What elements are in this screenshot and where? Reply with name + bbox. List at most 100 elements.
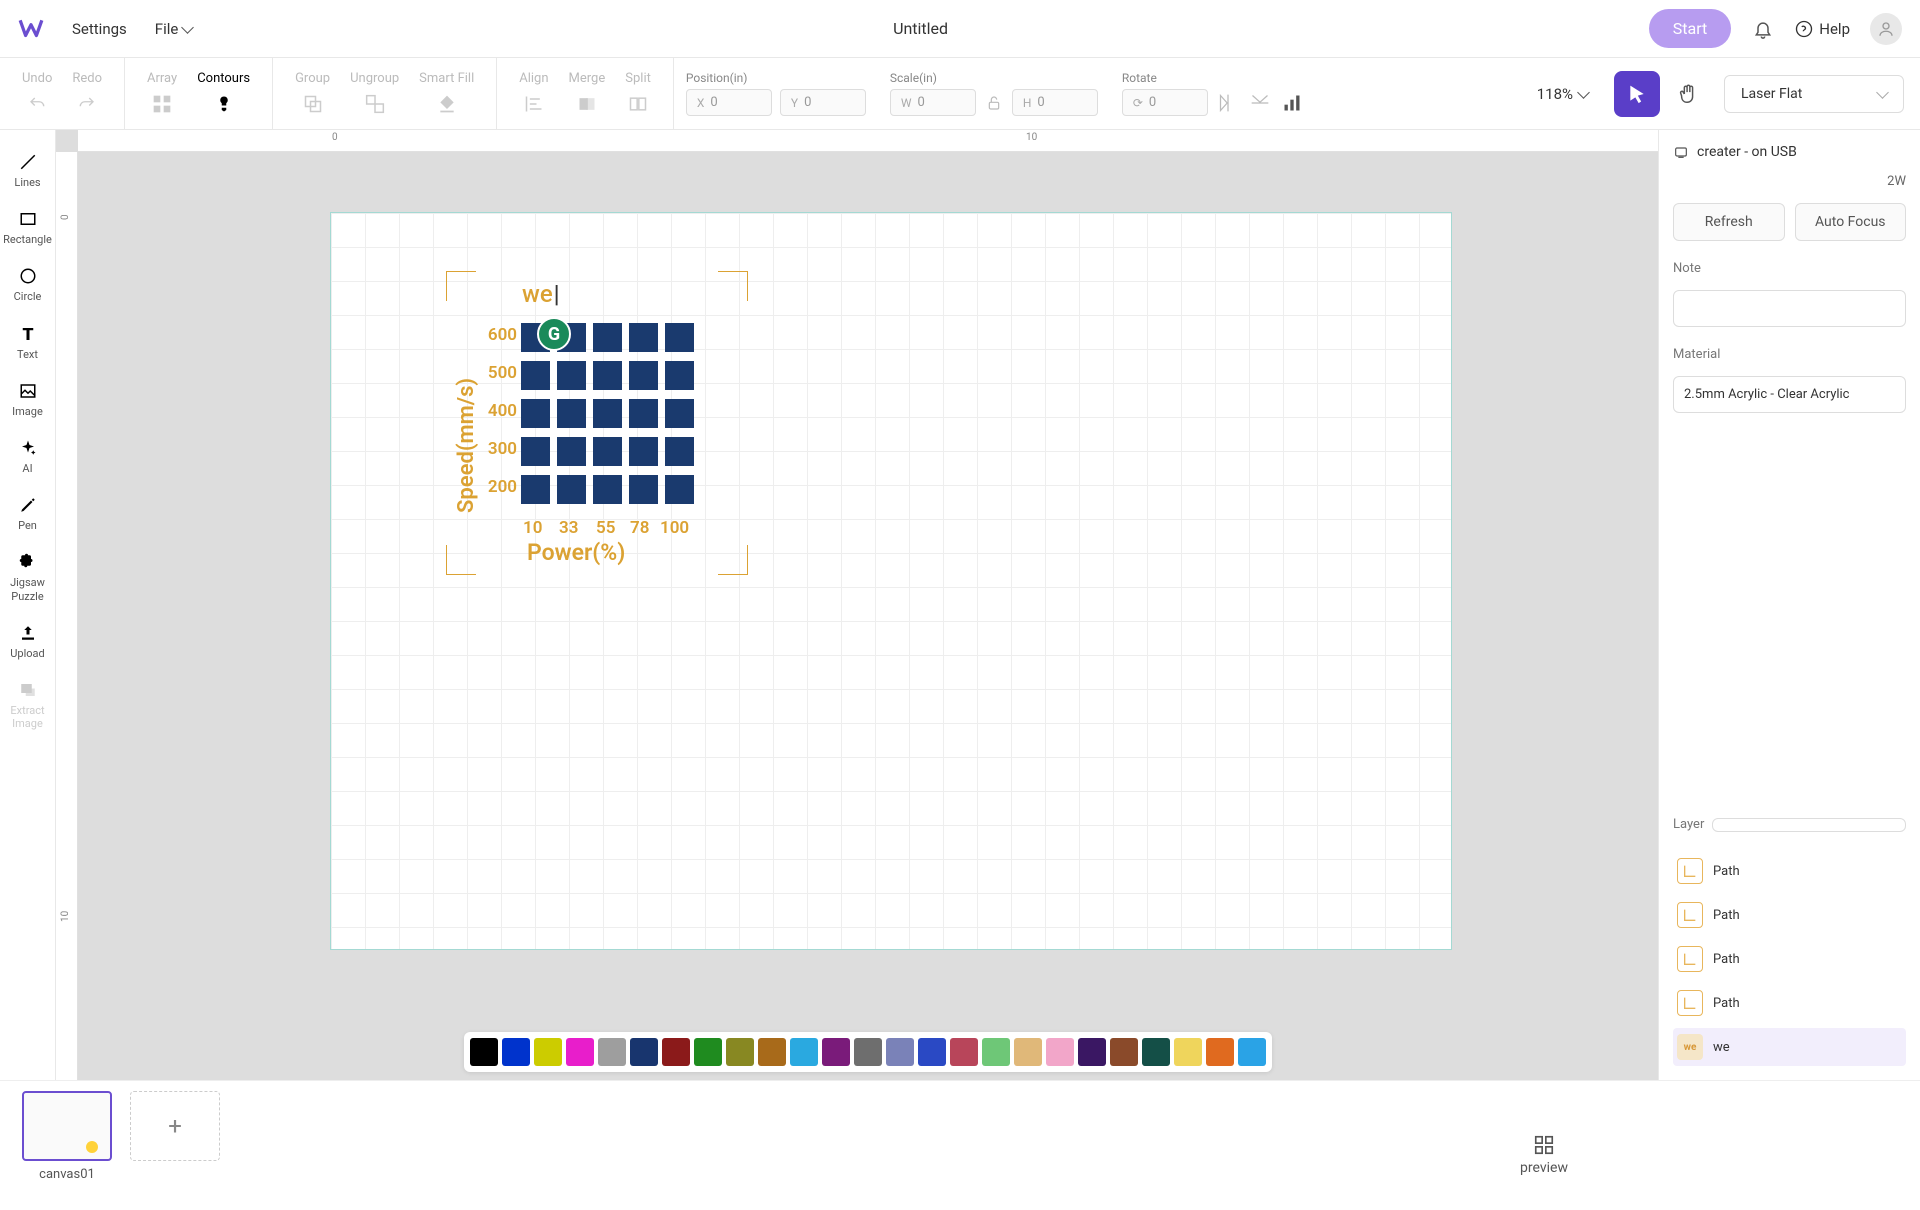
scale-h-field[interactable]: H bbox=[1012, 89, 1098, 116]
settings-menu[interactable]: Settings bbox=[72, 20, 127, 38]
canvas-thumbnail[interactable]: canvas01 bbox=[22, 1091, 112, 1182]
pen-tool[interactable]: Pen bbox=[0, 487, 55, 540]
color-swatch[interactable] bbox=[790, 1038, 818, 1066]
color-swatch[interactable] bbox=[1142, 1038, 1170, 1066]
scale-h-input[interactable] bbox=[1037, 95, 1081, 110]
document-title[interactable]: Untitled bbox=[220, 19, 1620, 38]
color-swatch[interactable] bbox=[470, 1038, 498, 1066]
color-swatch[interactable] bbox=[502, 1038, 530, 1066]
color-swatch[interactable] bbox=[1110, 1038, 1138, 1066]
refresh-button[interactable]: Refresh bbox=[1673, 203, 1785, 241]
ruler-horizontal: 0 10 bbox=[78, 130, 1658, 152]
extract-tool[interactable]: Extract Image bbox=[0, 672, 55, 738]
merge-icon bbox=[575, 92, 599, 116]
device-row[interactable]: creater - on USB bbox=[1673, 144, 1906, 160]
upload-tool[interactable]: Upload bbox=[0, 615, 55, 668]
preview-button[interactable]: preview bbox=[1520, 1134, 1568, 1176]
position-x-field[interactable]: X bbox=[686, 89, 772, 116]
scale-w-field[interactable]: W bbox=[890, 89, 976, 116]
layer-item[interactable]: Path bbox=[1673, 940, 1906, 978]
note-input[interactable] bbox=[1673, 290, 1906, 327]
color-swatch[interactable] bbox=[918, 1038, 946, 1066]
color-swatch[interactable] bbox=[1174, 1038, 1202, 1066]
grammarly-badge-icon[interactable]: G bbox=[537, 317, 571, 351]
zoom-control[interactable]: 118% bbox=[1519, 85, 1606, 103]
color-swatch[interactable] bbox=[630, 1038, 658, 1066]
canvas-viewport[interactable]: we G Speed(mm/s) Power(%) 600 500 400 30… bbox=[78, 152, 1658, 1080]
array-button[interactable]: Array bbox=[137, 71, 187, 116]
ai-tool[interactable]: AI bbox=[0, 430, 55, 483]
chevron-down-icon bbox=[1876, 86, 1889, 99]
text-tool[interactable]: Text bbox=[0, 316, 55, 369]
undo-label: Undo bbox=[22, 71, 52, 86]
distribute-icon[interactable] bbox=[1280, 91, 1304, 115]
lines-tool[interactable]: Lines bbox=[0, 144, 55, 197]
group-button[interactable]: Group bbox=[285, 71, 340, 116]
contours-button[interactable]: Contours bbox=[187, 71, 260, 116]
color-swatch[interactable] bbox=[950, 1038, 978, 1066]
ruler-tick: 0 bbox=[332, 132, 338, 143]
layer-item[interactable]: Path bbox=[1673, 852, 1906, 890]
color-swatch[interactable] bbox=[566, 1038, 594, 1066]
jigsaw-tool[interactable]: Jigsaw Puzzle bbox=[0, 544, 55, 610]
color-swatch[interactable] bbox=[1078, 1038, 1106, 1066]
color-swatch[interactable] bbox=[726, 1038, 754, 1066]
color-swatch[interactable] bbox=[982, 1038, 1010, 1066]
align-button[interactable]: Align bbox=[509, 71, 558, 116]
color-swatch[interactable] bbox=[694, 1038, 722, 1066]
scale-w-input[interactable] bbox=[918, 95, 962, 110]
merge-button[interactable]: Merge bbox=[559, 71, 616, 116]
user-avatar[interactable] bbox=[1870, 13, 1902, 45]
redo-button[interactable]: Redo bbox=[62, 71, 112, 116]
layer-item[interactable]: Path bbox=[1673, 984, 1906, 1022]
layer-item[interactable]: Path bbox=[1673, 896, 1906, 934]
position-y-input[interactable] bbox=[804, 95, 848, 110]
flip-h-icon[interactable] bbox=[1216, 91, 1240, 115]
flip-v-icon[interactable] bbox=[1248, 91, 1272, 115]
notifications-icon[interactable] bbox=[1751, 17, 1775, 41]
split-button[interactable]: Split bbox=[615, 71, 661, 116]
merge-label: Merge bbox=[569, 71, 606, 86]
layer-item[interactable]: wewe bbox=[1673, 1028, 1906, 1066]
layer-name: Path bbox=[1713, 996, 1740, 1011]
add-canvas-button[interactable]: + bbox=[130, 1091, 220, 1161]
mode-select[interactable]: Laser Flat bbox=[1724, 75, 1904, 113]
circle-tool[interactable]: Circle bbox=[0, 258, 55, 311]
file-label: File bbox=[155, 20, 179, 38]
undo-button[interactable]: Undo bbox=[12, 71, 62, 116]
ungroup-button[interactable]: Ungroup bbox=[340, 71, 409, 116]
side-tools: Lines Rectangle Circle Text Image AI Pen… bbox=[0, 130, 56, 1080]
smartfill-button[interactable]: Smart Fill bbox=[409, 71, 484, 116]
lock-aspect-icon[interactable] bbox=[984, 93, 1004, 113]
help-button[interactable]: Help bbox=[1795, 20, 1850, 38]
app-logo[interactable] bbox=[18, 16, 44, 42]
select-tool[interactable] bbox=[1614, 71, 1660, 117]
color-swatch[interactable] bbox=[662, 1038, 690, 1066]
smartfill-icon bbox=[435, 92, 459, 116]
rotate-input[interactable] bbox=[1149, 95, 1193, 110]
layer-filter[interactable] bbox=[1712, 818, 1906, 832]
color-swatch[interactable] bbox=[854, 1038, 882, 1066]
rotate-field[interactable]: ⟳ bbox=[1122, 89, 1208, 116]
start-button[interactable]: Start bbox=[1649, 9, 1731, 48]
artboard[interactable]: we G Speed(mm/s) Power(%) 600 500 400 30… bbox=[330, 212, 1452, 950]
color-swatch[interactable] bbox=[886, 1038, 914, 1066]
position-y-field[interactable]: Y bbox=[780, 89, 866, 116]
color-swatch[interactable] bbox=[1014, 1038, 1042, 1066]
color-swatch[interactable] bbox=[534, 1038, 562, 1066]
color-swatch[interactable] bbox=[822, 1038, 850, 1066]
image-tool[interactable]: Image bbox=[0, 373, 55, 426]
color-swatch[interactable] bbox=[598, 1038, 626, 1066]
chart-title-text[interactable]: we bbox=[522, 280, 560, 308]
color-swatch[interactable] bbox=[1206, 1038, 1234, 1066]
file-menu[interactable]: File bbox=[155, 20, 193, 38]
rectangle-tool[interactable]: Rectangle bbox=[0, 201, 55, 254]
color-swatch[interactable] bbox=[1046, 1038, 1074, 1066]
rectangle-icon bbox=[18, 209, 38, 229]
autofocus-button[interactable]: Auto Focus bbox=[1795, 203, 1907, 241]
color-swatch[interactable] bbox=[1238, 1038, 1266, 1066]
position-x-input[interactable] bbox=[710, 95, 754, 110]
pan-tool[interactable] bbox=[1668, 74, 1708, 114]
material-select[interactable]: 2.5mm Acrylic - Clear Acrylic bbox=[1673, 376, 1906, 413]
color-swatch[interactable] bbox=[758, 1038, 786, 1066]
